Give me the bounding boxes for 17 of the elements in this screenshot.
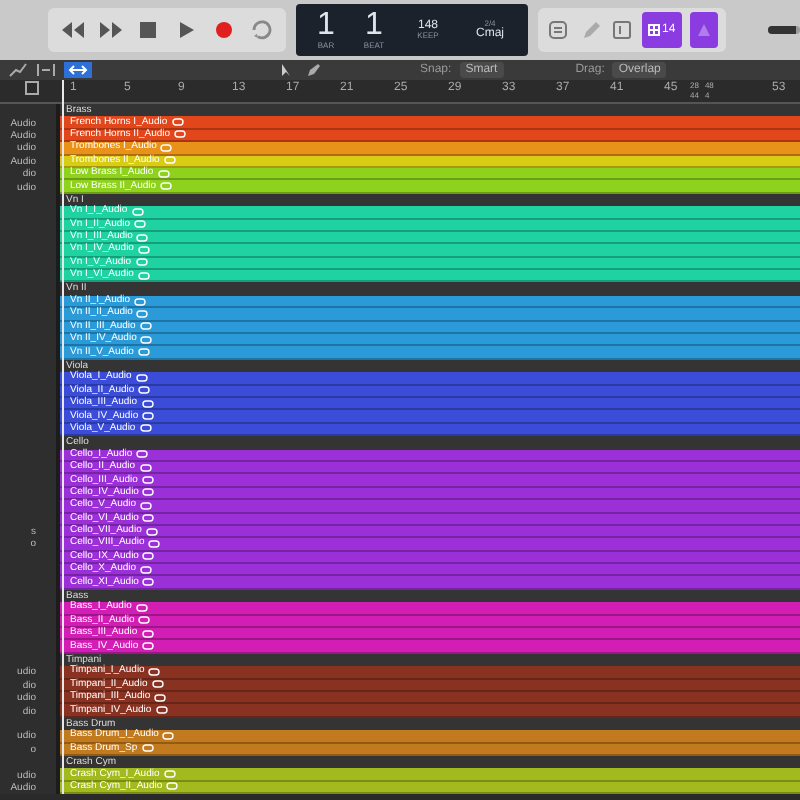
bar-number: 1 bbox=[317, 10, 335, 42]
rewind-icon[interactable] bbox=[58, 18, 86, 42]
grid-icon bbox=[648, 24, 660, 36]
beat-number: 1 bbox=[365, 10, 383, 42]
note-icon[interactable] bbox=[610, 18, 634, 42]
list-icon[interactable] bbox=[546, 18, 570, 42]
flex-icon[interactable] bbox=[36, 62, 56, 78]
fast-forward-icon[interactable] bbox=[96, 18, 124, 42]
volume-slider[interactable] bbox=[767, 26, 800, 34]
tuner-icon[interactable] bbox=[695, 22, 712, 38]
pencil-icon[interactable] bbox=[578, 18, 602, 42]
record-icon[interactable] bbox=[210, 18, 238, 42]
catch-icon[interactable] bbox=[68, 64, 88, 76]
cycle-icon[interactable] bbox=[248, 18, 276, 42]
stop-icon[interactable] bbox=[134, 18, 162, 42]
automation-icon[interactable] bbox=[8, 62, 28, 78]
track-list-icon[interactable] bbox=[24, 80, 40, 96]
